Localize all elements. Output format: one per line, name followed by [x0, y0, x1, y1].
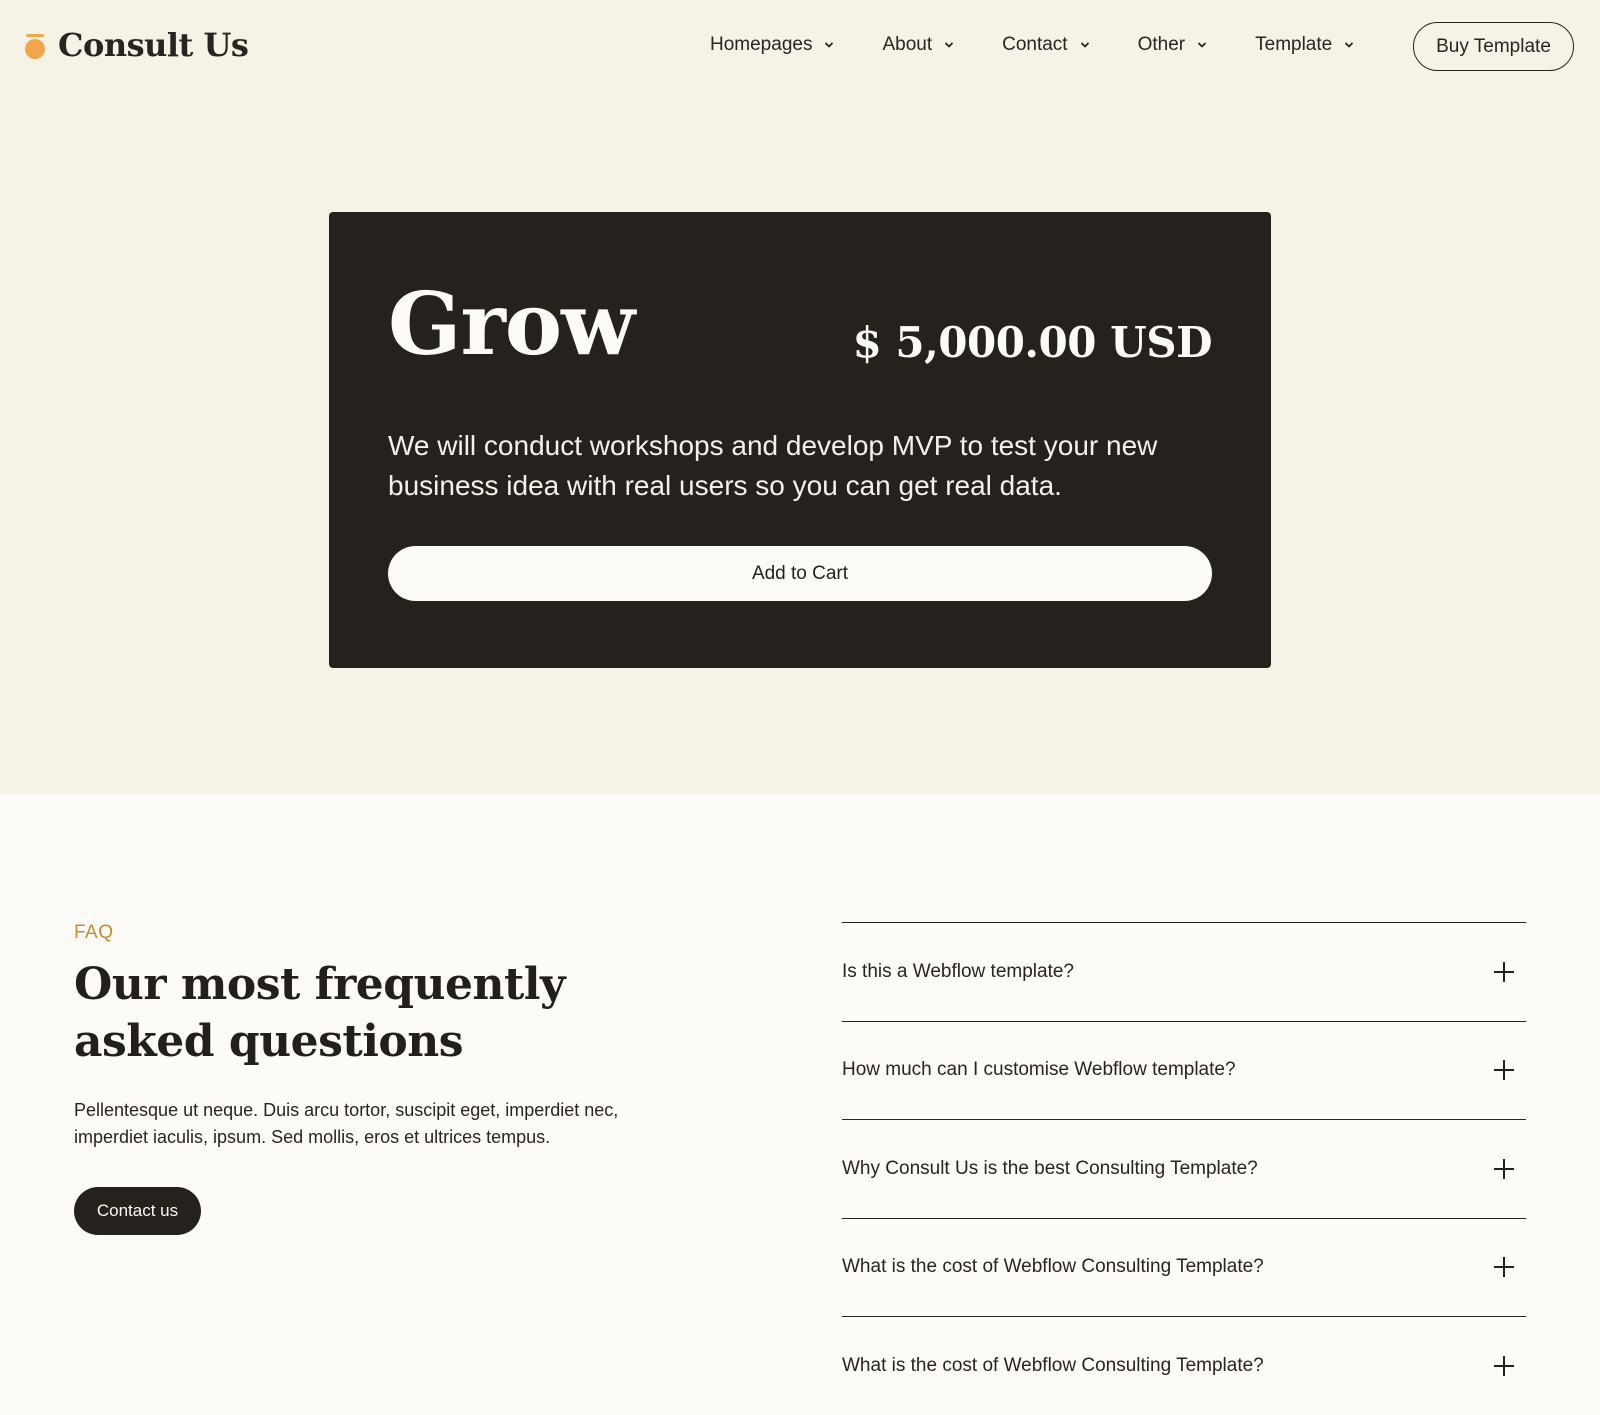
- nav-item-about[interactable]: About: [882, 34, 954, 56]
- plus-icon[interactable]: [1494, 961, 1514, 982]
- top-navbar: Consult Us Homepages About Contact Other…: [0, 0, 1600, 94]
- nav-item-template[interactable]: Template: [1255, 34, 1354, 56]
- plan-description: We will conduct workshops and develop MV…: [388, 430, 1158, 501]
- plan-price: $ 5,000.00 USD: [852, 318, 1213, 367]
- nav-item-homepages[interactable]: Homepages: [710, 34, 834, 56]
- logo-text: Consult Us: [58, 26, 249, 64]
- faq-question: How much can I customise Webflow templat…: [842, 1059, 1236, 1081]
- nav-item-contact[interactable]: Contact: [1002, 34, 1089, 56]
- faq-question: What is the cost of Webflow Consulting T…: [842, 1256, 1264, 1278]
- chevron-down-icon: [945, 42, 954, 48]
- faq-eyebrow: FAQ: [74, 922, 114, 943]
- plus-icon[interactable]: [1494, 1257, 1514, 1278]
- nav-item-label: About: [882, 34, 933, 55]
- faq-question: What is the cost of Webflow Consulting T…: [842, 1354, 1264, 1376]
- plan-title: Grow: [388, 274, 635, 375]
- nav-item-label: Template: [1255, 34, 1333, 55]
- chevron-down-icon: [1345, 42, 1354, 48]
- hero-section: Consult Us Homepages About Contact Other…: [0, 0, 1600, 794]
- nav-item-label: Homepages: [710, 34, 813, 55]
- chevron-down-icon: [1198, 42, 1207, 48]
- pricing-card: Grow $ 5,000.00 USD We will conduct work…: [329, 212, 1271, 668]
- nav-item-label: Other: [1137, 34, 1186, 55]
- nav-item-other[interactable]: Other: [1138, 34, 1208, 56]
- faq-list: Is this a Webflow template? How much can…: [842, 922, 1526, 1415]
- faq-heading: Our most frequently asked questions: [74, 959, 566, 1067]
- nav-item-label: Contact: [1002, 34, 1068, 55]
- chevron-down-icon: [825, 42, 834, 48]
- nav-links: Homepages About Contact Other Template: [710, 34, 1402, 56]
- faq-item[interactable]: How much can I customise Webflow templat…: [842, 1020, 1526, 1120]
- faq-item[interactable]: Why Consult Us is the best Consulting Te…: [842, 1119, 1526, 1218]
- faq-question: Is this a Webflow template?: [842, 960, 1074, 982]
- add-to-cart-button[interactable]: Add to Cart: [388, 546, 1212, 601]
- faq-description: Pellentesque ut neque. Duis arcu tortor,…: [74, 1100, 619, 1147]
- faq-item[interactable]: Is this a Webflow template?: [842, 922, 1526, 1021]
- chevron-down-icon: [1080, 42, 1089, 48]
- logo-icon: [24, 30, 46, 60]
- contact-us-button[interactable]: Contact us: [74, 1187, 201, 1235]
- plus-icon[interactable]: [1494, 1158, 1514, 1179]
- logo[interactable]: Consult Us: [24, 26, 249, 64]
- buy-template-button[interactable]: Buy Template: [1413, 22, 1574, 71]
- plus-icon[interactable]: [1494, 1355, 1514, 1376]
- plus-icon[interactable]: [1494, 1060, 1514, 1081]
- faq-question: Why Consult Us is the best Consulting Te…: [842, 1157, 1258, 1179]
- faq-item[interactable]: What is the cost of Webflow Consulting T…: [842, 1217, 1526, 1317]
